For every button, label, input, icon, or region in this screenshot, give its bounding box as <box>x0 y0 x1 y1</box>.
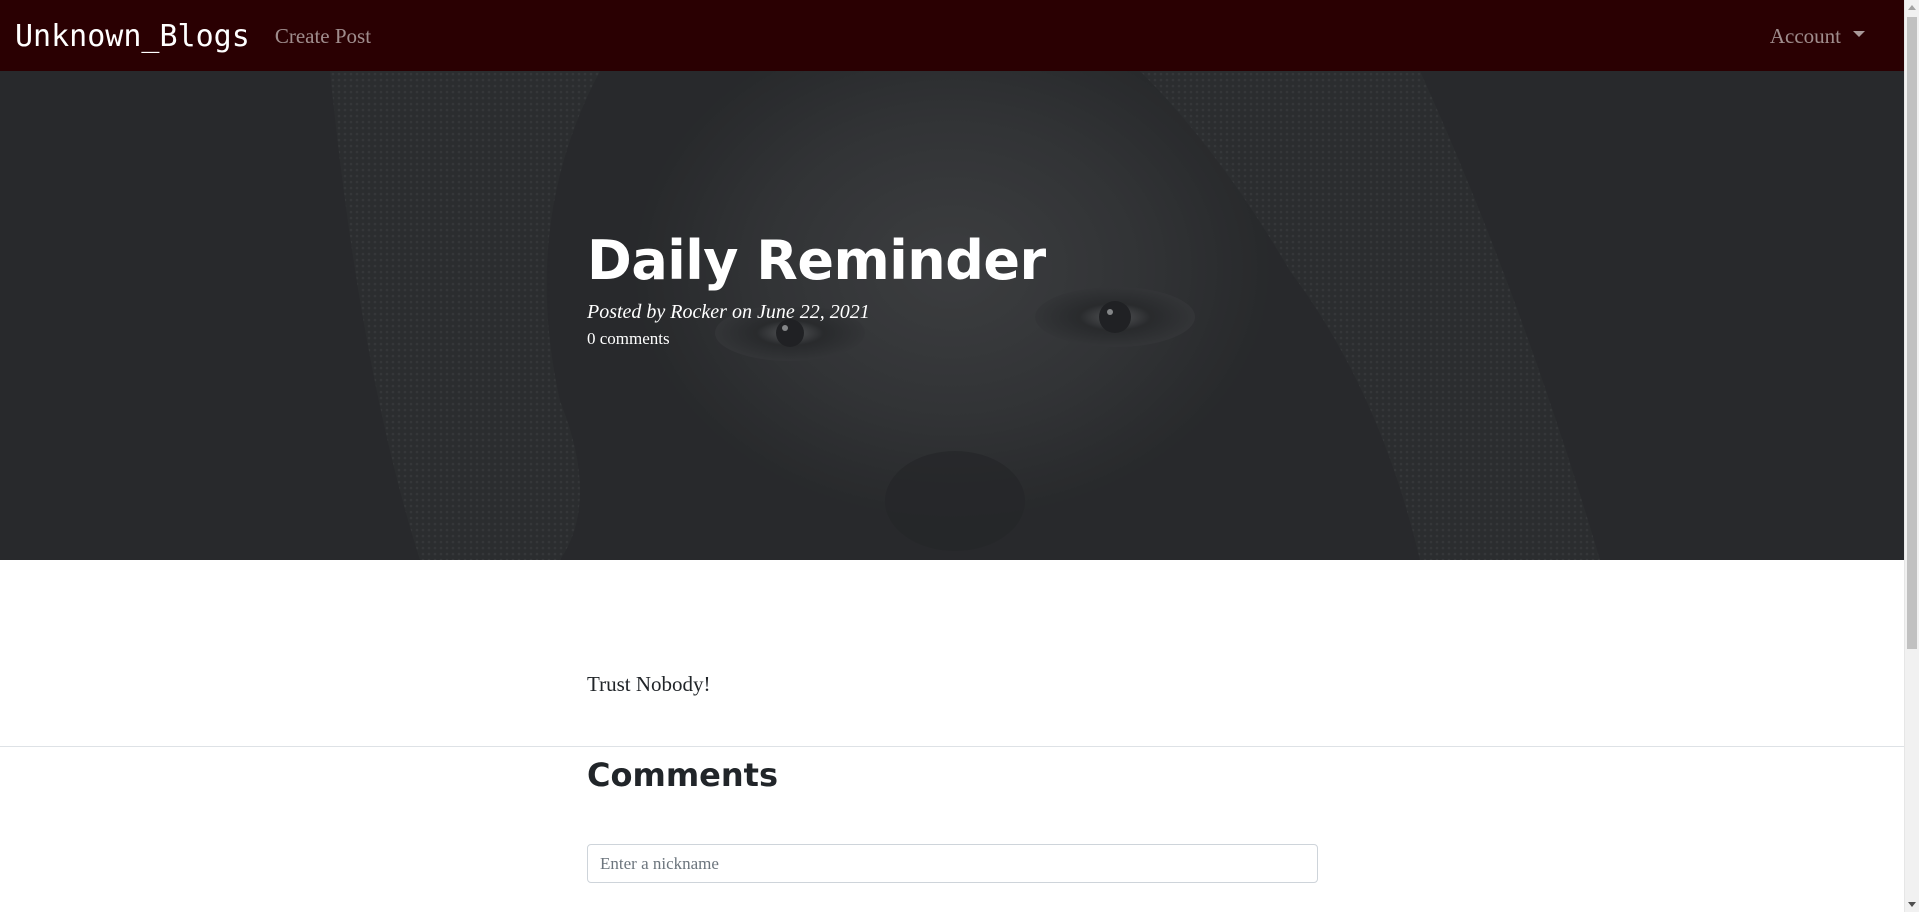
navbar: Unknown_Blogs Create Post Account <box>0 0 1904 71</box>
vertical-scrollbar[interactable] <box>1904 0 1919 912</box>
post-title: Daily Reminder <box>587 229 1046 292</box>
scroll-up-icon[interactable] <box>1908 5 1916 10</box>
section-divider <box>0 746 1904 747</box>
post-body: Trust Nobody! <box>587 672 711 696</box>
scroll-down-icon[interactable] <box>1908 902 1916 907</box>
post-header: Daily Reminder Posted by Rocker on June … <box>0 71 1904 560</box>
create-post-link[interactable]: Create Post <box>275 24 371 49</box>
account-dropdown[interactable]: Account <box>1770 24 1865 49</box>
post-heading-block: Daily Reminder Posted by Rocker on June … <box>587 231 1046 349</box>
brand-link[interactable]: Unknown_Blogs <box>15 19 250 54</box>
comments-count: 0 comments <box>587 329 670 349</box>
scrollbar-thumb[interactable] <box>1907 17 1917 649</box>
account-label: Account <box>1769 24 1841 48</box>
page: Unknown_Blogs Create Post Account Daily … <box>0 0 1904 912</box>
post-meta: Posted by Rocker on June 22, 2021 <box>587 301 870 324</box>
nickname-input[interactable] <box>587 844 1318 883</box>
chevron-down-icon <box>1853 30 1865 37</box>
comments-heading: Comments <box>587 756 778 794</box>
